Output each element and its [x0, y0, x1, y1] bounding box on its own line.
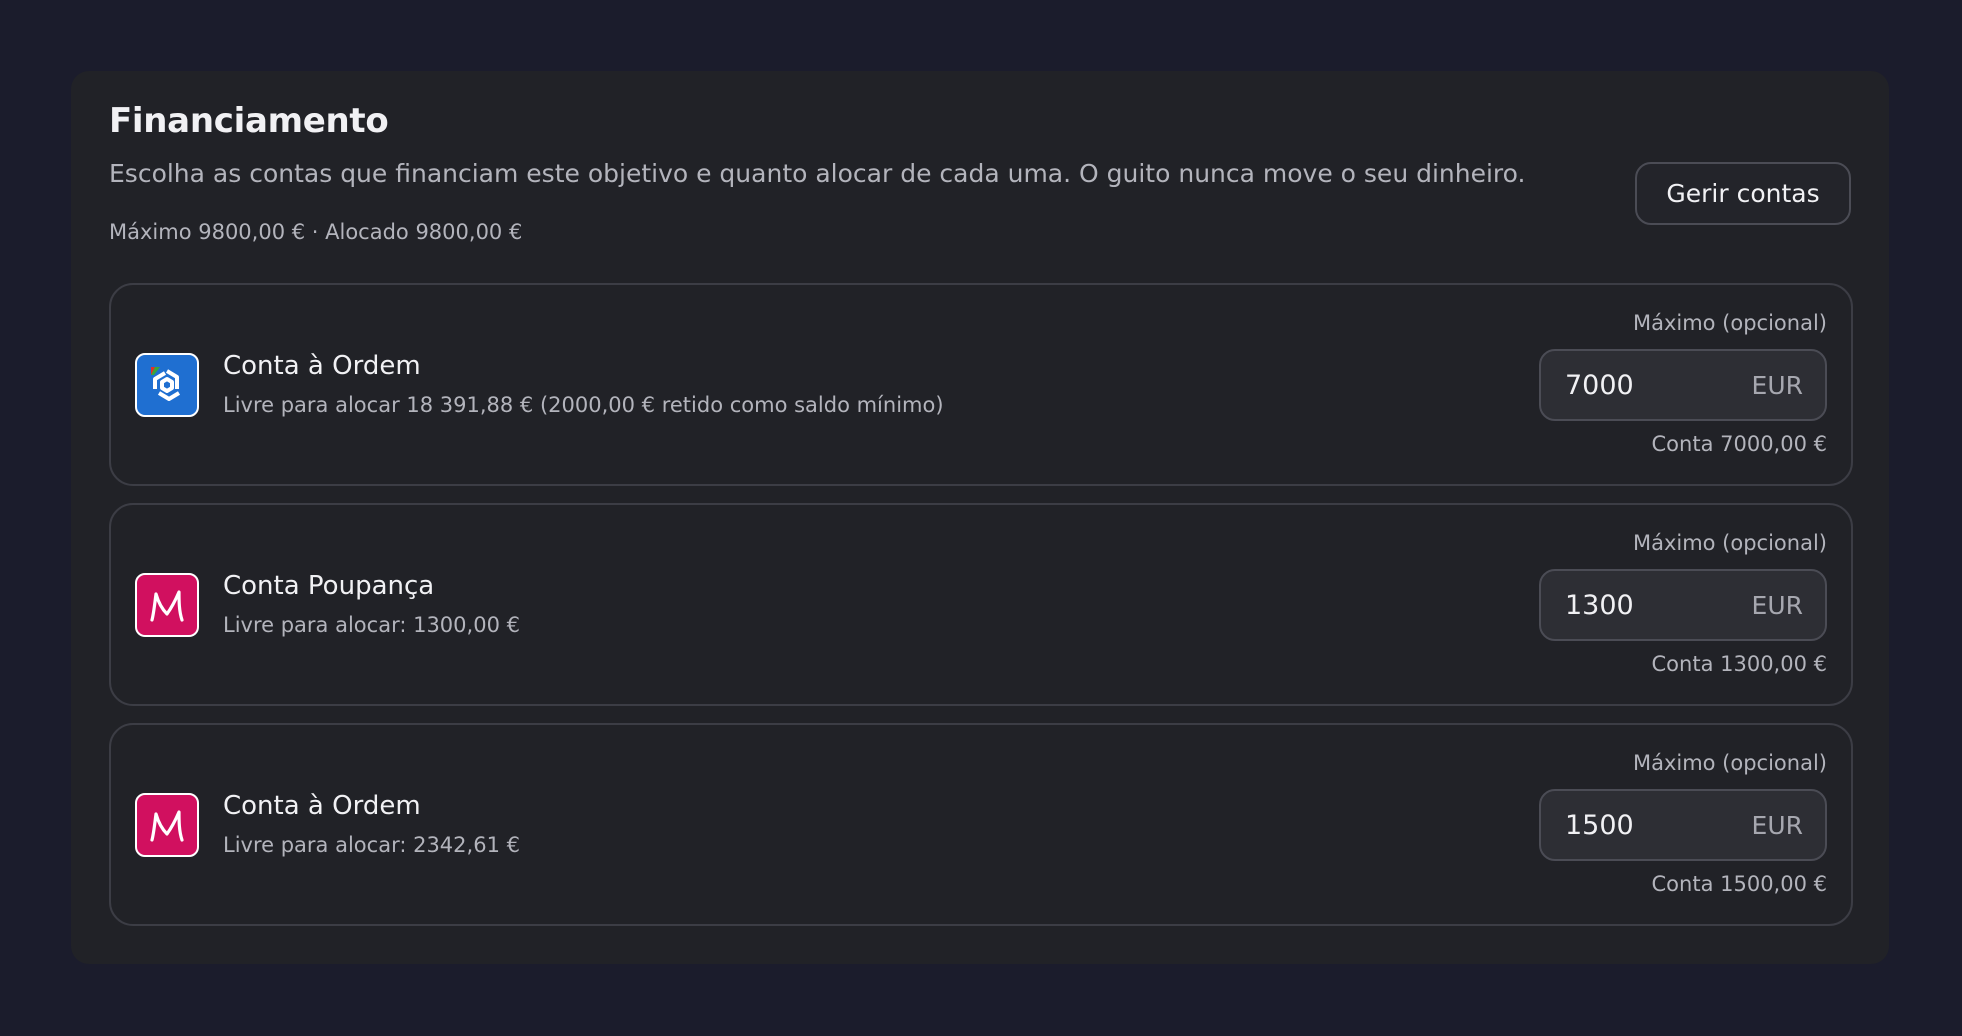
cgd-bank-logo-icon	[135, 353, 199, 417]
account-row: Conta à Ordem Livre para alocar: 2342,61…	[109, 723, 1853, 926]
account-allocation-total: Conta 1500,00 €	[1651, 872, 1827, 896]
currency-label: EUR	[1751, 590, 1803, 620]
funding-header: Financiamento Escolha as contas que fina…	[109, 101, 1851, 291]
max-amount-label: Máximo (opcional)	[1632, 311, 1827, 335]
account-free-amount: Livre para alocar 18 391,88 € (2000,00 €…	[223, 393, 944, 417]
account-name: Conta à Ordem	[223, 791, 421, 821]
millennium-bank-logo-icon	[135, 793, 199, 857]
section-description: Escolha as contas que financiam este obj…	[109, 159, 1526, 188]
funding-card: Financiamento Escolha as contas que fina…	[71, 71, 1889, 964]
max-amount-input[interactable]	[1565, 369, 1725, 401]
max-amount-field[interactable]: EUR	[1539, 569, 1827, 641]
account-list: Conta à Ordem Livre para alocar 18 391,8…	[109, 283, 1853, 943]
currency-label: EUR	[1751, 810, 1803, 840]
allocation-summary: Máximo 9800,00 € · Alocado 9800,00 €	[109, 220, 523, 244]
max-amount-input[interactable]	[1565, 809, 1725, 841]
max-amount-label: Máximo (opcional)	[1632, 751, 1827, 775]
account-allocation-total: Conta 1300,00 €	[1651, 652, 1827, 676]
max-amount-field[interactable]: EUR	[1539, 349, 1827, 421]
account-row: Conta Poupança Livre para alocar: 1300,0…	[109, 503, 1853, 706]
millennium-bank-logo-icon	[135, 573, 199, 637]
account-free-amount: Livre para alocar: 2342,61 €	[223, 833, 520, 857]
account-name: Conta à Ordem	[223, 351, 421, 381]
account-name: Conta Poupança	[223, 571, 435, 601]
max-amount-input[interactable]	[1565, 589, 1725, 621]
currency-label: EUR	[1751, 370, 1803, 400]
section-title: Financiamento	[109, 101, 389, 141]
max-amount-label: Máximo (opcional)	[1632, 531, 1827, 555]
account-allocation-total: Conta 7000,00 €	[1651, 432, 1827, 456]
account-row: Conta à Ordem Livre para alocar 18 391,8…	[109, 283, 1853, 486]
manage-accounts-button[interactable]: Gerir contas	[1635, 162, 1851, 225]
max-amount-field[interactable]: EUR	[1539, 789, 1827, 861]
account-free-amount: Livre para alocar: 1300,00 €	[223, 613, 520, 637]
